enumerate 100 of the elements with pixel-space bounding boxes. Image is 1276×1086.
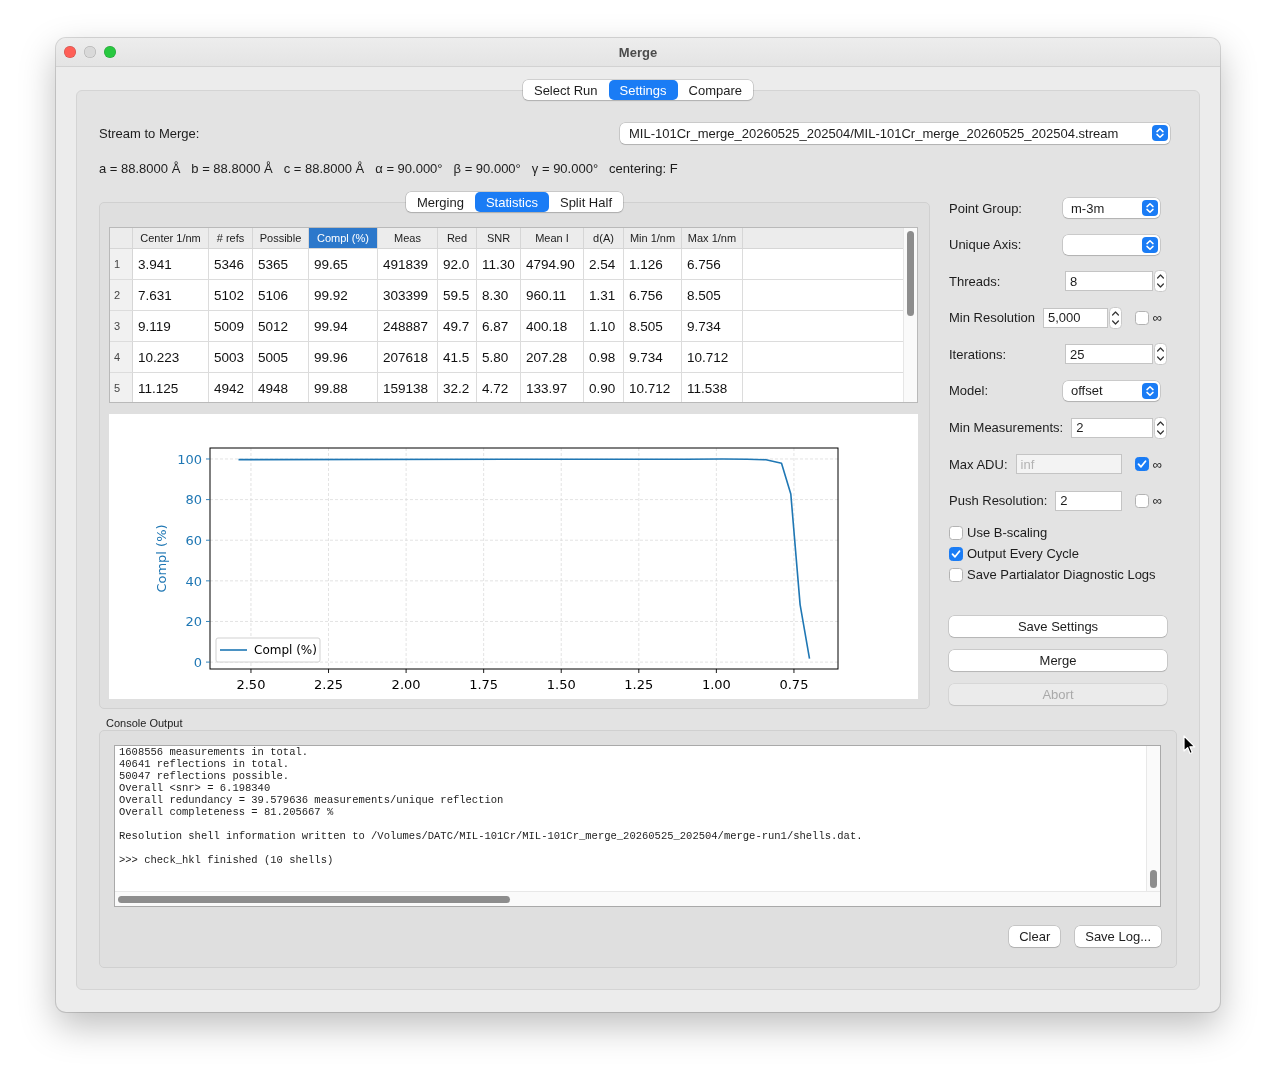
checkbox[interactable] — [949, 567, 963, 582]
field-label: Push Resolution: — [949, 493, 1048, 509]
table-cell: 9.734 — [682, 311, 743, 341]
column-header[interactable]: Mean I — [521, 228, 584, 248]
y-tick-label: 60 — [185, 532, 202, 548]
legend-line-icon — [219, 649, 248, 651]
tab[interactable]: Merging — [406, 192, 475, 212]
table-cell: 99.65 — [309, 249, 378, 279]
table-cell: 6.756 — [682, 249, 743, 279]
input-field[interactable]: 25 — [1065, 344, 1153, 365]
table-cell: 99.88 — [309, 373, 378, 402]
console-line: >>> check_hkl finished (10 shells) — [119, 854, 334, 866]
table-cell: 400.18 — [521, 311, 584, 341]
y-tick-label: 20 — [185, 614, 202, 630]
maximize-button[interactable] — [104, 46, 116, 58]
checkbox[interactable] — [949, 525, 963, 540]
table-cell: 4942 — [209, 373, 253, 402]
column-header[interactable]: d(A) — [584, 228, 624, 248]
scrollbar-thumb[interactable] — [1150, 870, 1157, 888]
field-label: Threads: — [949, 273, 1002, 289]
table-cell: 7.631 — [133, 280, 209, 310]
checkbox[interactable] — [1134, 310, 1149, 325]
input-field[interactable]: 5,000 — [1043, 307, 1108, 328]
tab[interactable]: Compare — [677, 80, 753, 100]
console-line: Overall <snr> = 6.198340 — [119, 782, 271, 794]
x-tick-label: 1.75 — [469, 677, 499, 692]
console-title: Console Output — [106, 717, 184, 729]
dropdown[interactable]: offset — [1063, 380, 1160, 401]
table-cell: 133.97 — [521, 373, 584, 402]
field-label: Min Resolution — [949, 310, 1035, 326]
tab[interactable]: Settings — [608, 80, 678, 100]
horizontal-scrollbar[interactable] — [115, 891, 1160, 906]
cell-parameter: a = 88.8000 Å — [99, 161, 181, 176]
table-cell: 4948 — [253, 373, 309, 402]
close-button[interactable] — [64, 46, 76, 58]
table-cell: 99.94 — [309, 311, 378, 341]
table-cell: 0.90 — [584, 373, 624, 402]
x-tick-label: 1.00 — [701, 677, 731, 692]
tab[interactable]: Select Run — [522, 80, 609, 100]
row-number: 5 — [110, 373, 133, 402]
column-header[interactable]: Meas — [378, 228, 438, 248]
push-button[interactable]: Save Log... — [1075, 926, 1161, 947]
console-line: 50047 reflections possible. — [119, 770, 290, 782]
table-cell: 10.712 — [624, 373, 682, 402]
field-label: Point Group: — [949, 200, 1023, 216]
table-cell: 5012 — [253, 311, 309, 341]
dropdown[interactable] — [1063, 234, 1160, 255]
table-cell: 6.87 — [477, 311, 521, 341]
table-cell: 491839 — [378, 249, 438, 279]
column-header[interactable]: Center 1/nm — [133, 228, 209, 248]
column-header[interactable]: Max 1/nm — [682, 228, 743, 248]
field-label: Model: — [949, 383, 990, 399]
scrollbar-thumb[interactable] — [907, 231, 914, 316]
table-cell: 11.30 — [477, 249, 521, 279]
field-label: Min Measurements: — [949, 420, 1064, 436]
console-line: 40641 reflections in total. — [119, 758, 290, 770]
cell-parameter: c = 88.8000 Å — [283, 161, 365, 176]
table-cell: 5.80 — [477, 342, 521, 372]
column-header[interactable]: SNR — [477, 228, 521, 248]
console-output-field[interactable] — [114, 745, 1161, 907]
infinity-label: ∞ — [1152, 456, 1162, 472]
push-button[interactable]: Clear — [1009, 926, 1061, 947]
tab[interactable]: Statistics — [474, 192, 549, 212]
stepper-arrows-icon[interactable] — [1154, 416, 1167, 439]
table-cell: 4.72 — [477, 373, 521, 402]
stepper-arrows-icon[interactable] — [1108, 306, 1122, 329]
push-button[interactable]: Save Settings — [949, 615, 1167, 637]
vertical-scrollbar[interactable] — [903, 228, 917, 402]
legend-label: Compl (%) — [254, 643, 317, 658]
table-cell: 6.756 — [624, 280, 682, 310]
table-cell: 8.30 — [477, 280, 521, 310]
field-label: Unique Axis: — [949, 237, 1023, 253]
dropdown[interactable]: m-3m — [1063, 198, 1160, 218]
vertical-scrollbar[interactable] — [1146, 746, 1160, 891]
table-cell: 8.505 — [624, 311, 682, 341]
checkbox[interactable] — [1134, 493, 1149, 508]
stepper-arrows-icon[interactable] — [1154, 343, 1167, 366]
table-cell: 248887 — [378, 311, 438, 341]
input-field[interactable]: 8 — [1065, 271, 1153, 292]
stepper-arrows-icon[interactable] — [1154, 270, 1167, 293]
column-header[interactable]: # refs — [209, 228, 253, 248]
input-field[interactable]: 2 — [1055, 490, 1122, 511]
input-field[interactable]: 2 — [1071, 417, 1153, 438]
tab[interactable]: Split Half — [548, 192, 623, 212]
table-cell: 1.126 — [624, 249, 682, 279]
checkbox[interactable] — [949, 546, 963, 561]
cell-parameter: β = 90.000° — [453, 161, 521, 176]
column-header[interactable]: Min 1/nm — [624, 228, 682, 248]
table-cell: 8.505 — [682, 280, 743, 310]
column-header[interactable]: Compl (%) — [309, 228, 378, 248]
y-tick-label: 40 — [185, 573, 202, 589]
table-cell: 11.538 — [682, 373, 743, 402]
scrollbar-thumb[interactable] — [118, 895, 510, 903]
push-button[interactable]: Merge — [949, 649, 1167, 671]
table-cell: 10.223 — [133, 342, 209, 372]
dropdown[interactable]: MIL-101Cr_merge_20260525_202504/MIL-101Cr_merge_20260525_202504.stream — [620, 122, 1170, 144]
column-header[interactable]: Red — [438, 228, 477, 248]
table-cell: 0.98 — [584, 342, 624, 372]
table-cell: 1.10 — [584, 311, 624, 341]
table-cell: 99.92 — [309, 280, 378, 310]
